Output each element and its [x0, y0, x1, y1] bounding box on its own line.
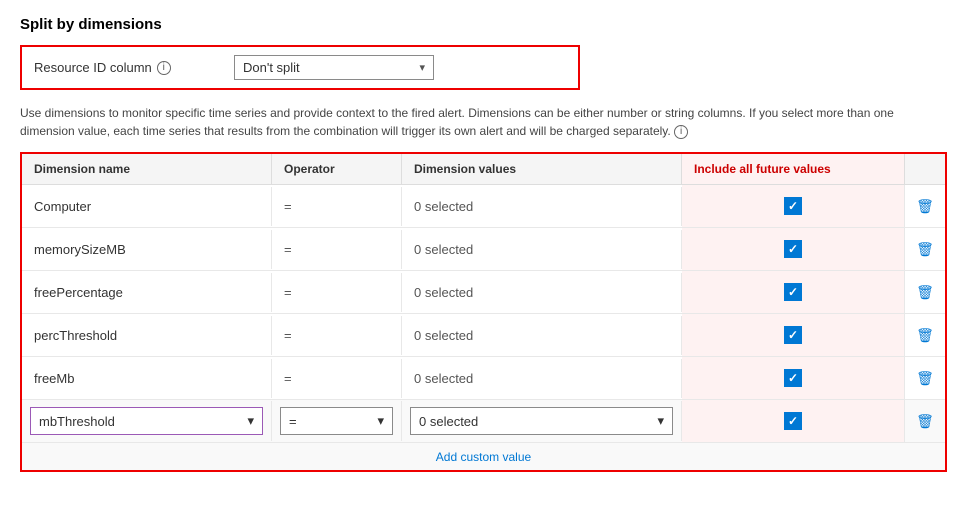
checkbox-3[interactable] — [784, 326, 802, 344]
edit-values-value: 0 selected — [419, 414, 478, 429]
checkbox-0[interactable] — [784, 197, 802, 215]
include-future-3[interactable] — [682, 314, 905, 356]
table-body: Computer = 0 selected 🗑 memorySizeMB = 0… — [22, 185, 945, 470]
checkbox-1[interactable] — [784, 240, 802, 258]
dimension-name-1: memorySizeMB — [22, 230, 272, 269]
checkbox-2[interactable] — [784, 283, 802, 301]
add-custom-row: Add custom value — [22, 442, 945, 470]
dimension-values-0[interactable]: 0 selected — [402, 187, 682, 226]
include-future-4[interactable] — [682, 357, 905, 399]
dimension-name-dropdown[interactable]: mbThreshold ▾ — [30, 407, 263, 435]
operator-1: = — [272, 230, 402, 269]
dimension-name-4: freeMb — [22, 359, 272, 398]
include-future-0[interactable] — [682, 185, 905, 227]
operator-dropdown[interactable]: = ▾ — [280, 407, 393, 435]
delete-row-2[interactable]: 🗑 — [905, 272, 945, 313]
dimensions-table: Dimension name Operator Dimension values… — [20, 152, 947, 472]
operator-3: = — [272, 316, 402, 355]
col-header-operator: Operator — [272, 154, 402, 184]
dimension-values-4[interactable]: 0 selected — [402, 359, 682, 398]
dimension-values-1[interactable]: 0 selected — [402, 230, 682, 269]
values-dropdown[interactable]: 0 selected ▾ — [410, 407, 673, 435]
resource-id-info-icon[interactable]: i — [157, 61, 171, 75]
table-row: percThreshold = 0 selected 🗑 — [22, 314, 945, 357]
chevron-down-icon: ▾ — [657, 413, 664, 429]
dimension-name-0: Computer — [22, 187, 272, 226]
col-header-include-all-future: Include all future values — [682, 154, 905, 184]
include-future-1[interactable] — [682, 228, 905, 270]
edit-operator-value: = — [289, 414, 297, 429]
dimension-name-2: freePercentage — [22, 273, 272, 312]
chevron-down-icon: ▾ — [377, 413, 384, 429]
table-row: freeMb = 0 selected 🗑 — [22, 357, 945, 400]
dimension-values-3[interactable]: 0 selected — [402, 316, 682, 355]
delete-row-3[interactable]: 🗑 — [905, 315, 945, 356]
operator-4: = — [272, 359, 402, 398]
resource-id-label: Resource ID column i — [34, 60, 234, 75]
delete-row-1[interactable]: 🗑 — [905, 229, 945, 270]
chevron-down-icon: ▾ — [247, 413, 254, 429]
add-custom-value-link[interactable]: Add custom value — [436, 450, 531, 464]
edit-dimension-values[interactable]: 0 selected ▾ — [402, 401, 682, 441]
col-header-actions — [905, 154, 945, 184]
edit-row: mbThreshold ▾ = ▾ 0 selected ▾ 🗑 — [22, 400, 945, 442]
delete-edit-row[interactable]: 🗑 — [905, 401, 945, 442]
description-info-icon[interactable]: i — [674, 125, 688, 139]
delete-row-4[interactable]: 🗑 — [905, 358, 945, 399]
edit-dimension-name[interactable]: mbThreshold ▾ — [22, 401, 272, 441]
include-future-edit[interactable] — [682, 400, 905, 442]
checkbox-edit[interactable] — [784, 412, 802, 430]
page-title: Split by dimensions — [20, 16, 947, 33]
operator-2: = — [272, 273, 402, 312]
edit-operator[interactable]: = ▾ — [272, 401, 402, 441]
table-row: memorySizeMB = 0 selected 🗑 — [22, 228, 945, 271]
delete-row-0[interactable]: 🗑 — [905, 186, 945, 227]
include-future-2[interactable] — [682, 271, 905, 313]
table-row: Computer = 0 selected 🗑 — [22, 185, 945, 228]
edit-name-value: mbThreshold — [39, 414, 115, 429]
chevron-down-icon: ▾ — [419, 61, 425, 74]
col-header-dimension-name: Dimension name — [22, 154, 272, 184]
resource-id-dropdown[interactable]: Don't split ▾ — [234, 55, 434, 80]
table-header: Dimension name Operator Dimension values… — [22, 154, 945, 185]
description-text: Use dimensions to monitor specific time … — [20, 104, 920, 140]
resource-id-text: Resource ID column — [34, 60, 152, 75]
checkbox-4[interactable] — [784, 369, 802, 387]
table-row: freePercentage = 0 selected 🗑 — [22, 271, 945, 314]
dimension-values-2[interactable]: 0 selected — [402, 273, 682, 312]
resource-id-value: Don't split — [243, 60, 300, 75]
resource-id-section: Resource ID column i Don't split ▾ — [20, 45, 580, 90]
operator-0: = — [272, 187, 402, 226]
dimension-name-3: percThreshold — [22, 316, 272, 355]
col-header-dimension-values: Dimension values — [402, 154, 682, 184]
